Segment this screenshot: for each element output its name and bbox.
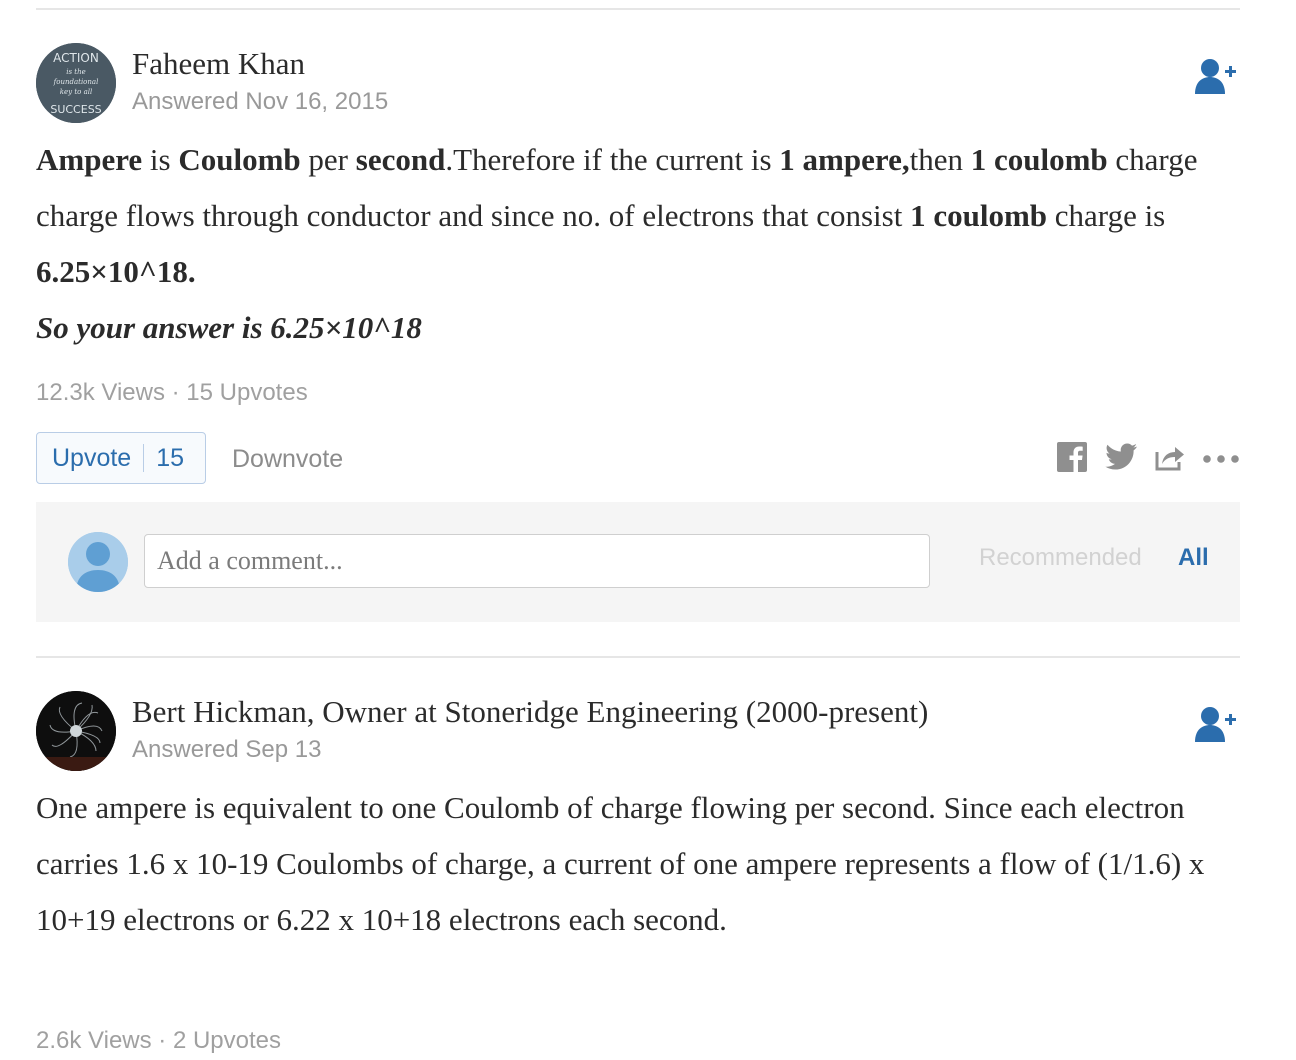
- answer-text-segment: 1 ampere,: [779, 142, 910, 177]
- answer-body: Ampere is Coulomb per second.Therefore i…: [36, 132, 1240, 356]
- user-silhouette-icon: [68, 532, 128, 592]
- answer-text-segment: per: [300, 142, 356, 177]
- all-comments-tab[interactable]: All: [1178, 544, 1209, 572]
- facebook-icon[interactable]: [1056, 441, 1088, 478]
- author-name[interactable]: Bert Hickman, Owner at Stoneridge Engine…: [132, 694, 928, 730]
- answer-text-segment: One ampere is equivalent to one Coulomb …: [36, 790, 1205, 937]
- comment-section: Recommended All: [36, 502, 1240, 622]
- answer-body: One ampere is equivalent to one Coulomb …: [36, 780, 1240, 948]
- answer-1: ACTION is the foundational key to all SU…: [36, 40, 1240, 640]
- add-user-icon: [1195, 59, 1236, 94]
- avatar-text-line: foundational: [53, 78, 99, 86]
- twitter-icon[interactable]: [1104, 442, 1138, 477]
- answer-paragraph: One ampere is equivalent to one Coulomb …: [36, 780, 1240, 948]
- answer-text-segment: .Therefore if the current is: [445, 142, 780, 177]
- share-actions: [1056, 441, 1240, 478]
- add-user-icon: [1195, 707, 1236, 742]
- author-avatar[interactable]: [36, 691, 116, 771]
- answer-text-segment: 6.25×10^18.: [36, 254, 196, 289]
- answer-2: Bert Hickman, Owner at Stoneridge Engine…: [36, 688, 1240, 1060]
- downvote-button[interactable]: Downvote: [232, 445, 343, 474]
- answer-text-segment: second: [355, 142, 446, 177]
- answer-text-segment: Coulomb: [178, 142, 301, 177]
- avatar-text-line: is the: [66, 68, 86, 76]
- answered-date[interactable]: Answered Nov 16, 2015: [132, 87, 388, 117]
- answer-paragraph: Ampere is Coulomb per second.Therefore i…: [36, 132, 1240, 300]
- answer-text-segment: So your answer is 6.25×10^18: [36, 310, 422, 345]
- avatar-text-line: SUCCESS: [50, 103, 101, 116]
- avatar-text-line: key to all: [60, 88, 92, 96]
- answer-stats[interactable]: 2.6k Views · 2 Upvotes: [36, 1027, 281, 1055]
- commenter-avatar[interactable]: [68, 532, 128, 592]
- avatar-text-line: ACTION: [53, 51, 99, 65]
- follow-user-icon[interactable]: [1192, 704, 1240, 744]
- answered-date[interactable]: Answered Sep 13: [132, 735, 321, 765]
- answer-text-segment: charge is: [1047, 198, 1166, 233]
- answer-text-segment: 1 coulomb: [970, 142, 1108, 177]
- follow-user-icon[interactable]: [1192, 56, 1240, 96]
- answer-text-segment: Ampere: [36, 142, 143, 177]
- answer-text-segment: 1 coulomb: [910, 198, 1048, 233]
- share-icon[interactable]: [1154, 442, 1186, 477]
- recommended-tab[interactable]: Recommended: [979, 544, 1142, 572]
- author-name[interactable]: Faheem Khan: [132, 46, 305, 82]
- upvote-button[interactable]: Upvote 15: [36, 432, 206, 484]
- upvote-label: Upvote: [52, 443, 132, 472]
- more-icon[interactable]: [1202, 451, 1240, 469]
- avatar-photo-image: [36, 691, 116, 771]
- answer-text-segment: is: [142, 142, 179, 177]
- author-avatar[interactable]: ACTION is the foundational key to all SU…: [36, 43, 116, 123]
- answer-divider: [36, 656, 1240, 658]
- answer-text-segment: then: [909, 142, 971, 177]
- comment-input[interactable]: [144, 534, 930, 588]
- avatar-poster-image: ACTION is the foundational key to all SU…: [36, 43, 116, 123]
- upvote-count: 15: [156, 443, 185, 472]
- answer-paragraph: So your answer is 6.25×10^18: [36, 300, 1240, 356]
- answer-stats[interactable]: 12.3k Views · 15 Upvotes: [36, 379, 308, 407]
- top-divider: [36, 8, 1240, 10]
